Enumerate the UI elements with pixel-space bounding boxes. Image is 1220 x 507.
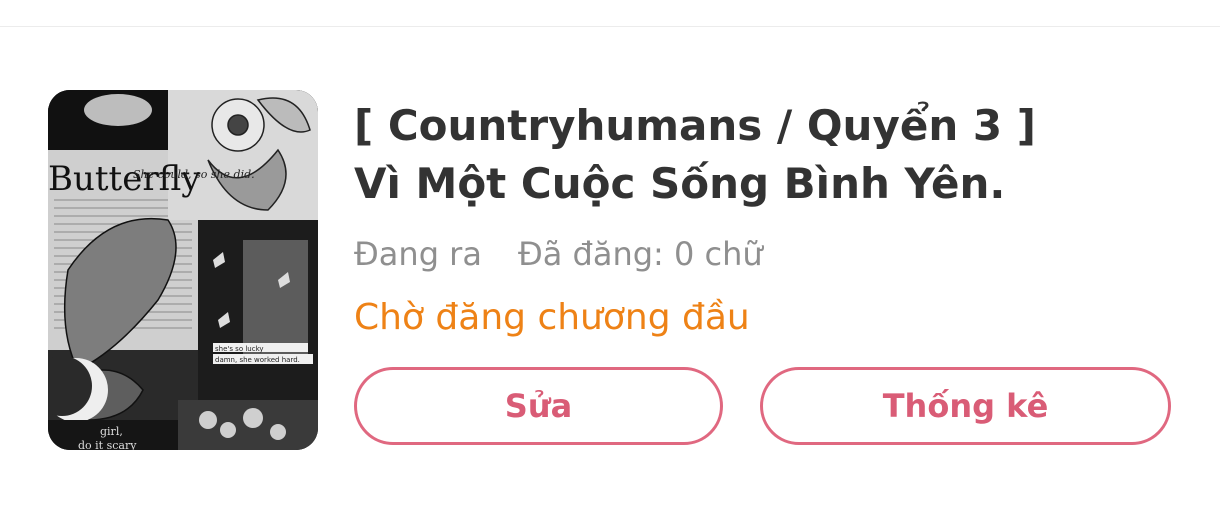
status-label: Đang ra xyxy=(354,235,482,273)
cover-note-2: damn, she worked hard. xyxy=(215,356,300,364)
book-title[interactable]: [ Countryhumans / Quyển 3 ] Vì Một Cuộc … xyxy=(354,97,1184,213)
edit-button[interactable]: Sửa xyxy=(354,367,723,445)
word-count-label: Đã đăng: 0 chữ xyxy=(517,235,763,273)
book-title-line-1: [ Countryhumans / Quyển 3 ] xyxy=(354,101,1036,150)
book-card[interactable]: Butterfly She could, so she did. she's s… xyxy=(0,27,1220,507)
book-title-line-2: Vì Một Cuộc Sống Bình Yên. xyxy=(354,159,1006,208)
book-meta: Đang ra Đã đăng: 0 chữ xyxy=(354,232,763,276)
statistics-button[interactable]: Thống kê xyxy=(760,367,1171,445)
cover-quote: She could, so she did. xyxy=(133,168,255,181)
book-cover-image[interactable]: Butterfly She could, so she did. she's s… xyxy=(48,90,318,450)
cover-note-1: she's so lucky xyxy=(215,345,264,353)
cover-footer-1: girl, xyxy=(100,425,123,438)
pending-chapter-note: Chờ đăng chương đầu xyxy=(354,297,750,338)
cover-footer-2: do it scary xyxy=(78,439,137,450)
